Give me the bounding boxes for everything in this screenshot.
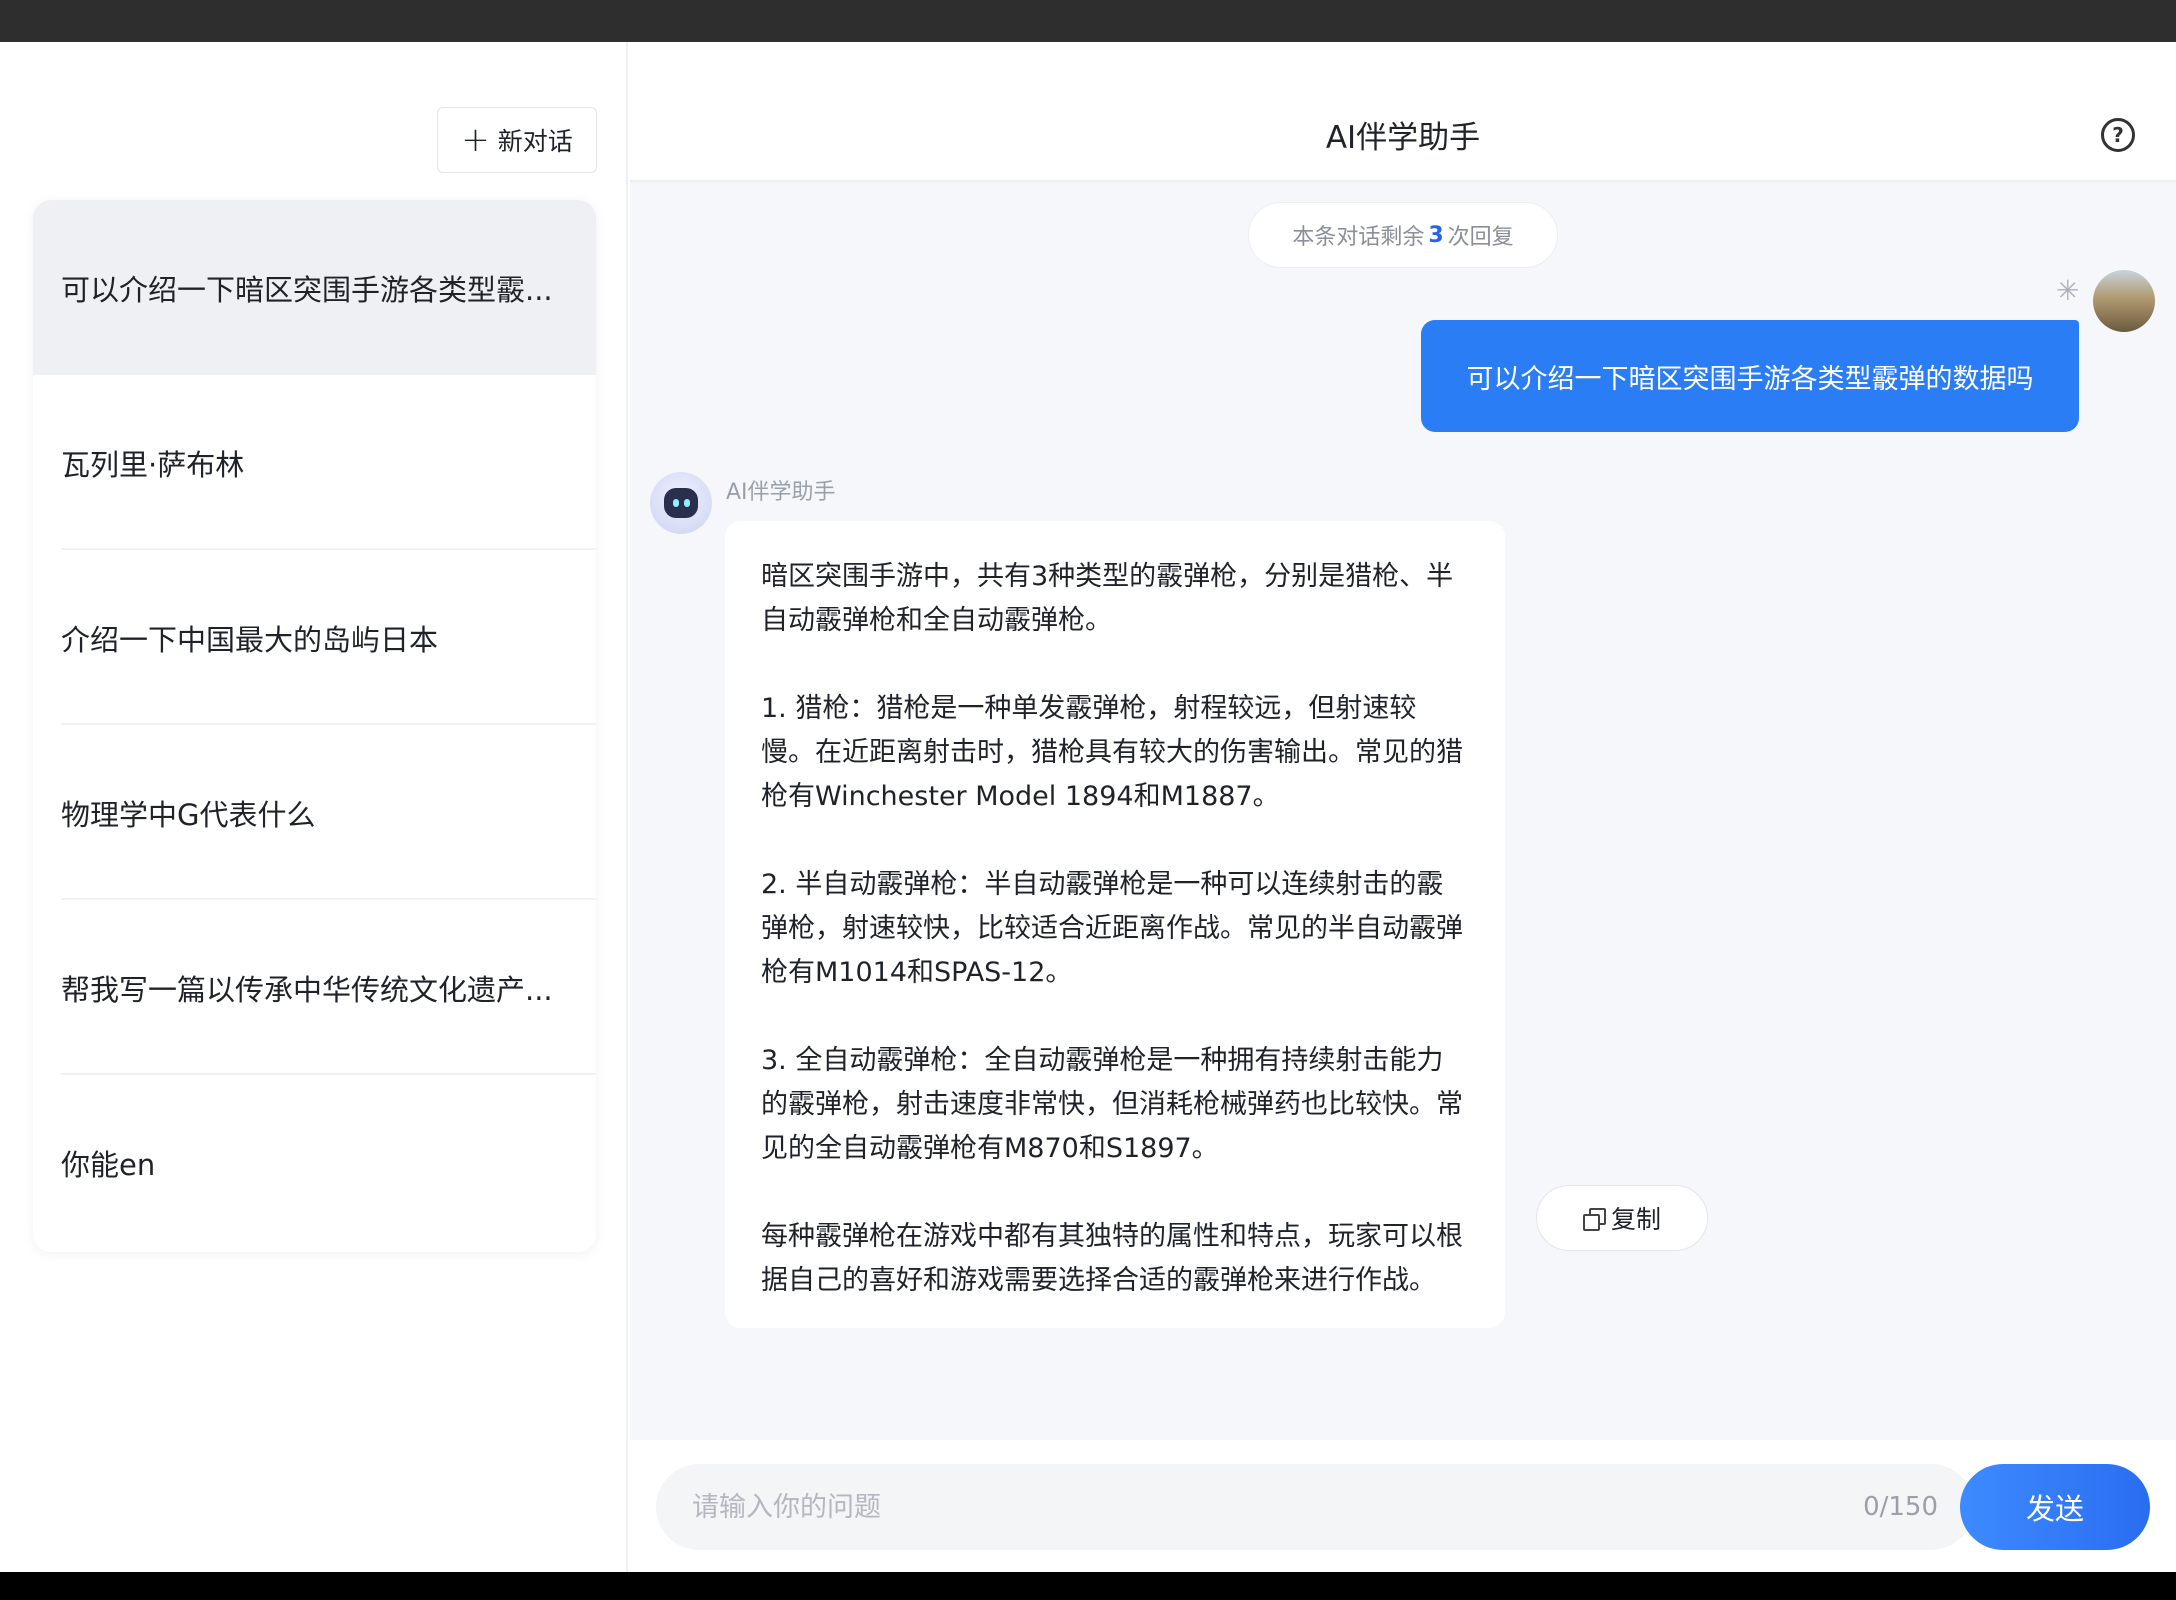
bot-message-card: 暗区突围手游中，共有3种类型的霰弹枪，分别是猎枪、半自动霰弹枪和全自动霰弹枪。 … bbox=[725, 521, 1505, 1328]
user-avatar bbox=[2093, 270, 2155, 332]
remaining-replies-badge: 本条对话剩余 3 次回复 bbox=[1248, 202, 1558, 268]
remaining-suffix: 次回复 bbox=[1447, 225, 1514, 250]
system-bottom-bar bbox=[0, 1572, 2176, 1600]
copy-button[interactable]: 复制 bbox=[1536, 1185, 1708, 1251]
question-circle-icon[interactable]: ? bbox=[2101, 118, 2135, 152]
remaining-count: 3 bbox=[1428, 222, 1444, 248]
conversation-title: 介绍一下中国最大的岛屿日本 bbox=[61, 622, 439, 657]
conversation-list: 可以介绍一下暗区突围手游各类型霰... 瓦列里·萨布林 介绍一下中国最大的岛屿日… bbox=[33, 200, 596, 1252]
conversation-item[interactable]: 物理学中G代表什么 bbox=[33, 725, 596, 900]
send-button[interactable]: 发送 bbox=[1960, 1464, 2150, 1550]
loading-spinner-icon: ✳ bbox=[2056, 274, 2080, 307]
plus-icon: + bbox=[461, 120, 490, 160]
conversation-item[interactable]: 你能en bbox=[33, 1075, 596, 1250]
bot-avatar bbox=[650, 472, 712, 534]
question-input[interactable] bbox=[692, 1491, 1864, 1523]
page-title: AI伴学助手 bbox=[1325, 120, 1481, 156]
new-chat-button[interactable]: + 新对话 bbox=[437, 107, 597, 173]
conversation-title: 帮我写一篇以传承中华传统文化遗产... bbox=[61, 972, 553, 1007]
bot-paragraph: 3. 全自动霰弹枪：全自动霰弹枪是一种拥有持续射击能力的霰弹枪，射击速度非常快，… bbox=[761, 1045, 1463, 1164]
bot-paragraph: 暗区突围手游中，共有3种类型的霰弹枪，分别是猎枪、半自动霰弹枪和全自动霰弹枪。 bbox=[761, 561, 1454, 636]
user-message-text: 可以介绍一下暗区突围手游各类型霰弹的数据吗 bbox=[1466, 363, 2034, 395]
chat-main: AI伴学助手 ? 本条对话剩余 3 次回复 ✳ 可以介绍一下暗区突围手游各类型霰… bbox=[630, 42, 2176, 1572]
conversation-title: 物理学中G代表什么 bbox=[61, 797, 316, 832]
sidebar: + 新对话 可以介绍一下暗区突围手游各类型霰... 瓦列里·萨布林 介绍一下中国… bbox=[0, 42, 628, 1572]
user-message-bubble: 可以介绍一下暗区突围手游各类型霰弹的数据吗 bbox=[1421, 320, 2079, 432]
system-top-bar bbox=[0, 0, 2176, 42]
char-counter: 0/150 bbox=[1863, 1492, 1938, 1522]
robot-icon bbox=[664, 488, 698, 518]
conversation-title: 可以介绍一下暗区突围手游各类型霰... bbox=[61, 272, 553, 307]
bot-paragraph: 2. 半自动霰弹枪：半自动霰弹枪是一种可以连续射击的霰弹枪，射速较快，比较适合近… bbox=[761, 869, 1463, 988]
copy-label: 复制 bbox=[1610, 1205, 1661, 1234]
conversation-title: 你能en bbox=[61, 1147, 156, 1182]
copy-icon bbox=[1582, 1208, 1606, 1231]
conversation-title: 瓦列里·萨布林 bbox=[61, 447, 245, 482]
remaining-prefix: 本条对话剩余 bbox=[1292, 225, 1425, 250]
conversation-item[interactable]: 瓦列里·萨布林 bbox=[33, 375, 596, 550]
conversation-item[interactable]: 帮我写一篇以传承中华传统文化遗产... bbox=[33, 900, 596, 1075]
bot-name: AI伴学助手 bbox=[726, 480, 836, 505]
conversation-item[interactable]: 可以介绍一下暗区突围手游各类型霰... bbox=[33, 200, 596, 375]
bot-message-text: 暗区突围手游中，共有3种类型的霰弹枪，分别是猎枪、半自动霰弹枪和全自动霰弹枪。 … bbox=[761, 555, 1469, 1303]
bot-paragraph: 每种霰弹枪在游戏中都有其独特的属性和特点，玩家可以根据自己的喜好和游戏需要选择合… bbox=[761, 1221, 1463, 1296]
question-input-container: 0/150 bbox=[656, 1464, 1974, 1550]
conversation-item[interactable]: 介绍一下中国最大的岛屿日本 bbox=[33, 550, 596, 725]
chat-header: AI伴学助手 ? bbox=[630, 42, 2176, 182]
new-chat-label: 新对话 bbox=[497, 127, 573, 156]
bot-paragraph: 1. 猎枪：猎枪是一种单发霰弹枪，射程较远，但射速较慢。在近距离射击时，猎枪具有… bbox=[761, 693, 1463, 812]
input-area: 0/150 发送 bbox=[630, 1440, 2176, 1572]
